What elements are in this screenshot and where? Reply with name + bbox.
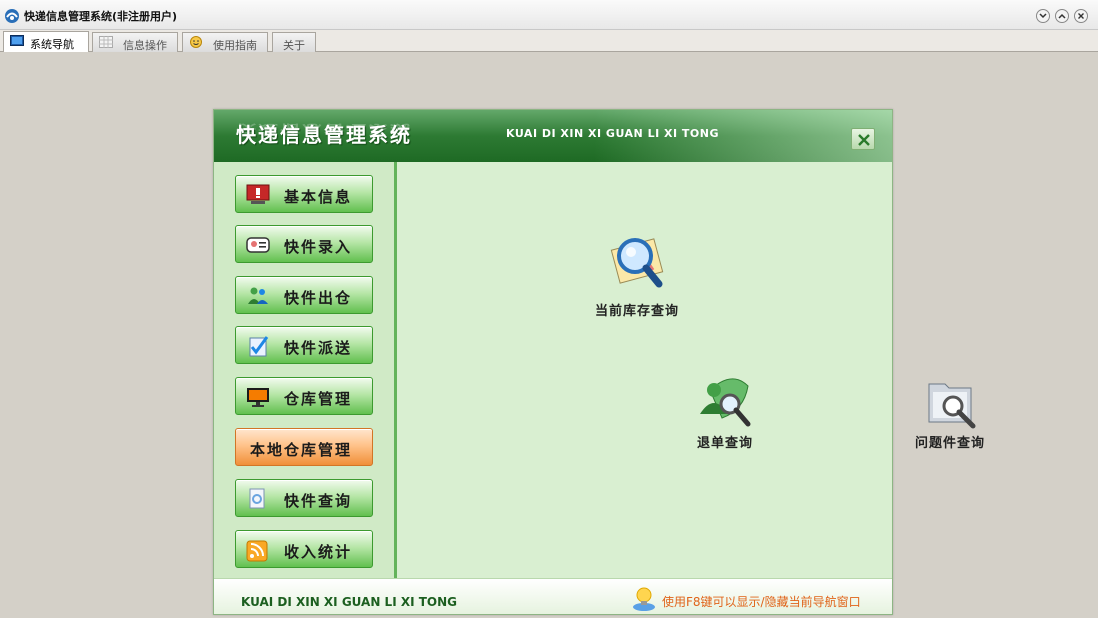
tab-label: 关于 bbox=[283, 39, 305, 52]
nav-parcel-entry-button[interactable]: 快件录入 bbox=[235, 225, 373, 263]
grid-icon bbox=[99, 36, 113, 48]
nav-label: 快件出仓 bbox=[284, 289, 353, 307]
navigation-panel: 快递信息管理系统 快递信息管理系统 KUAI DI XIN XI GUAN LI… bbox=[213, 109, 984, 615]
contact-card-icon bbox=[246, 237, 270, 253]
tab-label: 信息操作 bbox=[123, 39, 167, 52]
people-search-icon bbox=[700, 378, 751, 427]
nav-warehouse-button[interactable]: 仓库管理 bbox=[235, 377, 373, 415]
panel-header: 快递信息管理系统 快递信息管理系统 KUAI DI XIN XI GUAN LI… bbox=[214, 110, 892, 162]
panel-subtitle: KUAI DI XIN XI GUAN LI XI TONG bbox=[506, 127, 720, 140]
search-document-icon bbox=[249, 488, 265, 509]
chevron-up-icon bbox=[1058, 13, 1066, 19]
close-window-button[interactable] bbox=[1074, 9, 1088, 23]
title-bar: 快递信息管理系统(非注册用户) bbox=[0, 0, 1098, 30]
tab-bar: 系统导航 信息操作 使用指南 关于 bbox=[0, 30, 1098, 53]
check-document-icon bbox=[249, 336, 269, 357]
close-panel-button[interactable] bbox=[851, 128, 875, 150]
nav-label: 仓库管理 bbox=[284, 390, 353, 408]
maximize-button[interactable] bbox=[1055, 9, 1069, 23]
monitor-icon bbox=[10, 35, 24, 46]
function-label: 退单查询 bbox=[696, 436, 753, 451]
magnifier-map-icon bbox=[610, 238, 664, 288]
tab-info-ops[interactable]: 信息操作 bbox=[92, 32, 178, 52]
close-icon bbox=[1078, 13, 1084, 19]
panel-footer: KUAI DI XIN XI GUAN LI XI TONG 使用F8键可以显示… bbox=[214, 578, 892, 614]
minimize-button[interactable] bbox=[1036, 9, 1050, 23]
tab-system-nav[interactable]: 系统导航 bbox=[3, 31, 89, 53]
tab-label: 系统导航 bbox=[30, 38, 74, 51]
return-query-button[interactable]: 退单查询 bbox=[685, 370, 765, 451]
nav-label: 收入统计 bbox=[284, 543, 353, 561]
nav-label: 快件录入 bbox=[284, 238, 353, 256]
nav-parcel-delivery-button[interactable]: 快件派送 bbox=[235, 326, 373, 364]
function-area: 当前库存查询 退单查询 问题件查询 bbox=[400, 162, 984, 578]
nav-label: 快件派送 bbox=[284, 339, 353, 357]
tab-user-guide[interactable]: 使用指南 bbox=[182, 32, 268, 52]
problem-parcel-query-button[interactable]: 问题件查询 bbox=[900, 370, 1000, 451]
lightbulb-icon bbox=[633, 587, 655, 611]
function-label: 当前库存查询 bbox=[594, 304, 679, 319]
footer-title: KUAI DI XIN XI GUAN LI XI TONG bbox=[241, 595, 458, 609]
nav-label: 基本信息 bbox=[284, 188, 353, 206]
f8-hint-text: 使用F8键可以显示/隐藏当前导航窗口 bbox=[662, 595, 861, 609]
nav-sidebar: 基本信息 快件录入 快件出仓 快件派送 仓库管理 本地仓库管理 快件查询 收入统… bbox=[214, 162, 397, 578]
chevron-down-icon bbox=[1039, 13, 1047, 19]
tab-label: 使用指南 bbox=[213, 39, 257, 52]
smiley-icon bbox=[190, 36, 202, 48]
close-icon bbox=[858, 134, 870, 146]
stock-query-button[interactable]: 当前库存查询 bbox=[582, 226, 692, 319]
nav-label: 快件查询 bbox=[284, 492, 353, 510]
nav-basic-info-button[interactable]: 基本信息 bbox=[235, 175, 373, 213]
function-label: 问题件查询 bbox=[914, 436, 985, 451]
app-logo-icon bbox=[5, 9, 19, 23]
nav-parcel-query-button[interactable]: 快件查询 bbox=[235, 479, 373, 517]
nav-income-stats-button[interactable]: 收入统计 bbox=[235, 530, 373, 568]
nav-local-warehouse-button[interactable]: 本地仓库管理 bbox=[235, 428, 373, 466]
window-title: 快递信息管理系统(非注册用户) bbox=[24, 10, 178, 23]
warehouse-monitor-icon bbox=[247, 388, 269, 407]
people-out-icon bbox=[248, 287, 268, 304]
tab-about[interactable]: 关于 bbox=[272, 32, 316, 52]
rss-icon bbox=[246, 540, 268, 562]
panel-title-reflection: 快递信息管理系统 bbox=[236, 122, 412, 137]
nav-parcel-outbound-button[interactable]: 快件出仓 bbox=[235, 276, 373, 314]
alert-monitor-icon bbox=[246, 184, 270, 204]
folder-search-icon bbox=[928, 383, 976, 429]
nav-label: 本地仓库管理 bbox=[250, 441, 353, 459]
